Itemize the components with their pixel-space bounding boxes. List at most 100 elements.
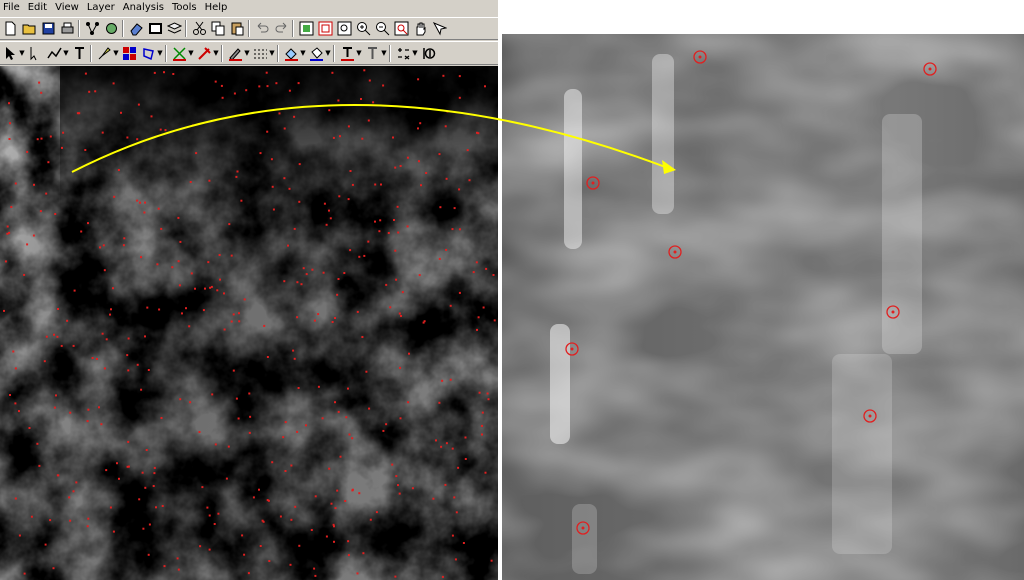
drawing-toolbar: ▼ ▼ ▼ ▼ ▼ ▼ ▼ ▼ ▼ ▼ ▼ ▼ ▼ bbox=[0, 41, 498, 65]
sample-point bbox=[458, 188, 461, 191]
chevron-down-icon[interactable]: ▼ bbox=[63, 45, 69, 62]
sample-point bbox=[36, 442, 39, 445]
menu-edit[interactable]: Edit bbox=[25, 1, 52, 15]
fill-icon[interactable] bbox=[283, 45, 300, 62]
menu-view[interactable]: View bbox=[52, 1, 84, 15]
sample-point bbox=[87, 517, 90, 520]
calculator-icon[interactable] bbox=[395, 45, 412, 62]
elevation-raster bbox=[0, 66, 498, 580]
zoom-in-icon[interactable] bbox=[355, 20, 372, 37]
sample-point bbox=[293, 357, 296, 360]
chevron-down-icon[interactable]: ▼ bbox=[244, 45, 250, 62]
sample-point bbox=[464, 436, 467, 439]
zoom-previous-icon[interactable] bbox=[393, 20, 410, 37]
sample-point bbox=[148, 523, 151, 526]
sample-point bbox=[365, 370, 368, 373]
tree-icon[interactable] bbox=[103, 20, 120, 37]
chevron-down-icon[interactable]: ▼ bbox=[19, 45, 25, 62]
text-tool-icon[interactable] bbox=[71, 45, 88, 62]
sample-point bbox=[18, 410, 20, 413]
save-icon[interactable] bbox=[40, 20, 57, 37]
sample-point bbox=[458, 96, 461, 99]
identify-icon[interactable] bbox=[431, 20, 448, 37]
sample-point bbox=[339, 455, 342, 458]
sample-point bbox=[441, 379, 444, 382]
digitize-cross-icon[interactable] bbox=[171, 45, 188, 62]
sample-point bbox=[60, 344, 63, 347]
menu-tools[interactable]: Tools bbox=[169, 1, 202, 15]
paint-bucket-icon[interactable] bbox=[308, 45, 325, 62]
menu-layer[interactable]: Layer bbox=[84, 1, 120, 15]
sample-point bbox=[464, 458, 467, 460]
select-extent-icon[interactable] bbox=[317, 20, 334, 37]
sample-point bbox=[57, 308, 59, 310]
sample-point bbox=[38, 81, 41, 84]
eraser-icon[interactable] bbox=[128, 20, 145, 37]
chevron-down-icon[interactable]: ▼ bbox=[356, 45, 362, 62]
sample-point bbox=[160, 417, 163, 419]
sample-point bbox=[236, 170, 239, 173]
dashed-line-icon[interactable] bbox=[252, 45, 269, 62]
info-toggle-icon[interactable] bbox=[420, 45, 437, 62]
sample-point bbox=[279, 515, 282, 518]
chevron-down-icon[interactable]: ▼ bbox=[300, 45, 306, 62]
dem-map-canvas[interactable] bbox=[0, 66, 498, 580]
pan-hand-icon[interactable] bbox=[412, 20, 429, 37]
sample-point bbox=[455, 511, 458, 514]
layers-icon[interactable] bbox=[166, 20, 183, 37]
sample-point bbox=[476, 131, 478, 134]
select-arrow-icon[interactable] bbox=[2, 45, 19, 62]
sample-point bbox=[466, 149, 469, 152]
paste-icon[interactable] bbox=[229, 20, 246, 37]
chevron-down-icon[interactable]: ▼ bbox=[213, 45, 219, 62]
print-icon[interactable] bbox=[59, 20, 76, 37]
network-icon[interactable] bbox=[84, 20, 101, 37]
sample-point bbox=[375, 511, 378, 514]
copy-icon[interactable] bbox=[210, 20, 227, 37]
text-style-icon[interactable] bbox=[364, 45, 381, 62]
zoom-window-icon[interactable] bbox=[336, 20, 353, 37]
menu-analysis[interactable]: Analysis bbox=[120, 1, 169, 15]
digitize-line-icon[interactable] bbox=[46, 45, 63, 62]
sample-point bbox=[177, 568, 180, 571]
open-folder-icon[interactable] bbox=[21, 20, 38, 37]
cut-icon[interactable] bbox=[191, 20, 208, 37]
sample-point bbox=[26, 150, 29, 153]
menu-help[interactable]: Help bbox=[202, 1, 233, 15]
circled-point-center bbox=[891, 310, 895, 314]
pencil-icon[interactable] bbox=[227, 45, 244, 62]
chevron-down-icon[interactable]: ▼ bbox=[269, 45, 275, 62]
new-file-icon[interactable] bbox=[2, 20, 19, 37]
sample-point bbox=[113, 195, 116, 198]
chevron-down-icon[interactable]: ▼ bbox=[113, 45, 119, 62]
sample-point bbox=[267, 499, 270, 502]
redo-icon[interactable] bbox=[273, 20, 290, 37]
color-grid-icon[interactable] bbox=[121, 45, 138, 62]
chevron-down-icon[interactable]: ▼ bbox=[325, 45, 331, 62]
zoom-out-icon[interactable] bbox=[374, 20, 391, 37]
sample-point bbox=[258, 85, 261, 88]
frame-icon[interactable] bbox=[147, 20, 164, 37]
sample-point bbox=[127, 440, 130, 443]
polygon-icon[interactable] bbox=[140, 45, 157, 62]
sample-point bbox=[334, 507, 337, 510]
menu-file[interactable]: File bbox=[0, 1, 25, 15]
chevron-down-icon[interactable]: ▼ bbox=[188, 45, 194, 62]
text-format-icon[interactable] bbox=[339, 45, 356, 62]
vertex-select-icon[interactable] bbox=[27, 45, 44, 62]
undo-icon[interactable] bbox=[254, 20, 271, 37]
full-extent-icon[interactable] bbox=[298, 20, 315, 37]
sample-point bbox=[397, 484, 399, 487]
sample-point bbox=[238, 320, 241, 323]
sample-point bbox=[453, 207, 456, 210]
sample-point bbox=[284, 470, 287, 472]
chevron-down-icon[interactable]: ▼ bbox=[412, 45, 418, 62]
sample-point bbox=[153, 472, 156, 475]
chevron-down-icon[interactable]: ▼ bbox=[381, 45, 387, 62]
chevron-down-icon[interactable]: ▼ bbox=[157, 45, 163, 62]
sample-point bbox=[14, 402, 17, 405]
sample-point bbox=[485, 267, 488, 270]
brush-icon[interactable] bbox=[96, 45, 113, 62]
sample-point bbox=[331, 321, 334, 323]
axe-icon[interactable] bbox=[196, 45, 213, 62]
